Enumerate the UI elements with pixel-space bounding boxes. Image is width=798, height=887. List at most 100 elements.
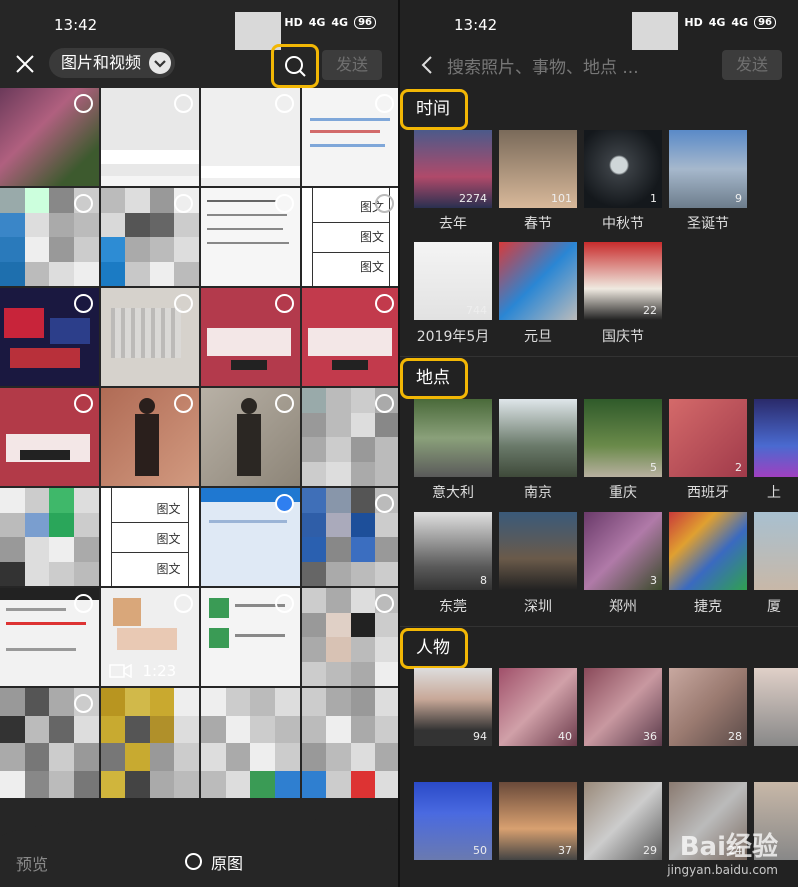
select-circle[interactable] — [274, 94, 294, 113]
person-thumb[interactable]: 29 — [584, 782, 662, 860]
select-circle[interactable] — [73, 194, 93, 213]
select-circle[interactable] — [174, 594, 193, 613]
place-album-thumb[interactable]: 8 — [414, 512, 492, 590]
select-circle[interactable] — [174, 394, 193, 413]
media-tile[interactable] — [301, 88, 398, 186]
place-album-thumb[interactable]: 2 — [669, 399, 747, 477]
place-album-label: 重庆 — [609, 485, 637, 501]
time-album-thumb[interactable]: 22 — [584, 242, 662, 320]
select-circle[interactable] — [274, 294, 294, 313]
select-circle[interactable] — [375, 494, 394, 513]
album-selector[interactable]: 图片和视频 — [49, 48, 176, 78]
select-circle[interactable] — [73, 694, 93, 713]
media-tile[interactable] — [201, 588, 300, 686]
place-album-thumb[interactable] — [754, 512, 798, 590]
media-tile[interactable] — [0, 588, 99, 686]
place-album-thumb[interactable] — [754, 399, 798, 477]
doc-text: 图文 — [156, 532, 181, 546]
select-circle[interactable] — [174, 94, 193, 113]
media-tile[interactable] — [301, 388, 398, 486]
media-tile[interactable]: 图文 图文 图文 — [301, 188, 398, 286]
status-icons: HD 4G 4G 96 — [284, 16, 376, 29]
media-tile[interactable] — [201, 388, 300, 486]
status-time: 13:42 — [454, 16, 498, 34]
media-tile[interactable] — [201, 288, 300, 386]
time-album-thumb[interactable]: 744 — [414, 242, 492, 320]
media-tile[interactable] — [201, 688, 300, 798]
media-tile[interactable] — [0, 688, 99, 798]
close-icon[interactable] — [13, 52, 37, 76]
send-button[interactable]: 发送 — [322, 50, 382, 80]
place-album-thumb[interactable] — [414, 399, 492, 477]
media-tile[interactable] — [301, 488, 398, 586]
select-circle[interactable] — [375, 194, 394, 213]
time-album-label: 元旦 — [524, 329, 552, 345]
hd-icon: HD — [284, 16, 303, 29]
media-tile[interactable] — [0, 88, 99, 186]
select-circle[interactable] — [73, 394, 93, 413]
signal-icon: 4G — [708, 16, 726, 29]
person-thumb[interactable]: 37 — [499, 782, 577, 860]
preview-button[interactable]: 预览 — [16, 851, 48, 875]
select-circle[interactable] — [274, 594, 294, 613]
place-album-thumb[interactable]: 3 — [584, 512, 662, 590]
media-tile[interactable] — [201, 488, 300, 586]
media-tile[interactable] — [0, 388, 99, 486]
person-thumb[interactable] — [754, 668, 798, 746]
media-tile[interactable] — [100, 188, 199, 286]
media-tile[interactable] — [100, 288, 199, 386]
person-thumb[interactable]: 94 — [414, 668, 492, 746]
select-circle[interactable] — [375, 394, 394, 413]
place-album-thumb[interactable] — [499, 512, 577, 590]
back-icon[interactable] — [418, 54, 438, 76]
place-album-thumb[interactable]: 5 — [584, 399, 662, 477]
time-album-thumb[interactable]: 101 — [499, 130, 577, 208]
select-circle[interactable] — [73, 94, 93, 113]
person-thumb[interactable]: 36 — [584, 668, 662, 746]
media-tile[interactable]: 图文 图文 图文 — [100, 488, 199, 586]
select-circle[interactable] — [174, 294, 193, 313]
place-album-thumb[interactable] — [499, 399, 577, 477]
media-tile[interactable] — [100, 388, 199, 486]
media-tile[interactable] — [0, 488, 99, 586]
time-album-thumb[interactable]: 2274 — [414, 130, 492, 208]
media-tile[interactable] — [0, 288, 99, 386]
send-button[interactable]: 发送 — [722, 50, 782, 80]
search-button[interactable] — [271, 44, 319, 88]
person-thumb[interactable]: 50 — [414, 782, 492, 860]
select-circle[interactable] — [375, 294, 394, 313]
media-tile[interactable] — [201, 188, 300, 286]
media-tile[interactable] — [201, 88, 300, 186]
select-circle[interactable] — [73, 294, 93, 313]
place-album-thumb[interactable] — [669, 512, 747, 590]
select-circle[interactable] — [274, 394, 294, 413]
status-bar: 13:42 HD 4G 4G 96 — [0, 0, 398, 50]
media-tile[interactable] — [100, 88, 199, 186]
media-tile[interactable] — [301, 288, 398, 386]
select-circle[interactable] — [274, 194, 294, 213]
media-tile[interactable] — [0, 188, 99, 286]
media-tile[interactable] — [301, 588, 398, 686]
time-album-thumb[interactable]: 1 — [584, 130, 662, 208]
status-time: 13:42 — [54, 16, 98, 34]
select-circle[interactable] — [375, 594, 394, 613]
time-album-thumb[interactable] — [499, 242, 577, 320]
select-circle[interactable] — [73, 594, 93, 613]
time-album-thumb[interactable]: 9 — [669, 130, 747, 208]
media-tile[interactable] — [100, 688, 199, 798]
person-thumb[interactable]: 40 — [499, 668, 577, 746]
search-icon — [285, 56, 306, 77]
media-tile[interactable] — [301, 688, 398, 798]
search-input[interactable]: 搜索照片、事物、地点 ... — [447, 53, 639, 78]
place-album-label: 厦 — [767, 599, 781, 615]
select-circle[interactable] — [375, 94, 394, 113]
original-label[interactable]: 原图 — [211, 850, 243, 874]
place-album-label: 郑州 — [609, 599, 637, 615]
person-thumb[interactable]: 28 — [669, 668, 747, 746]
select-circle[interactable] — [174, 194, 193, 213]
original-radio[interactable] — [185, 853, 202, 870]
media-tile[interactable]: 1:23 — [100, 588, 199, 686]
selected-check[interactable] — [274, 494, 294, 513]
section-place: 地点 — [400, 358, 468, 399]
time-album-label: 2019年5月 — [416, 329, 490, 345]
